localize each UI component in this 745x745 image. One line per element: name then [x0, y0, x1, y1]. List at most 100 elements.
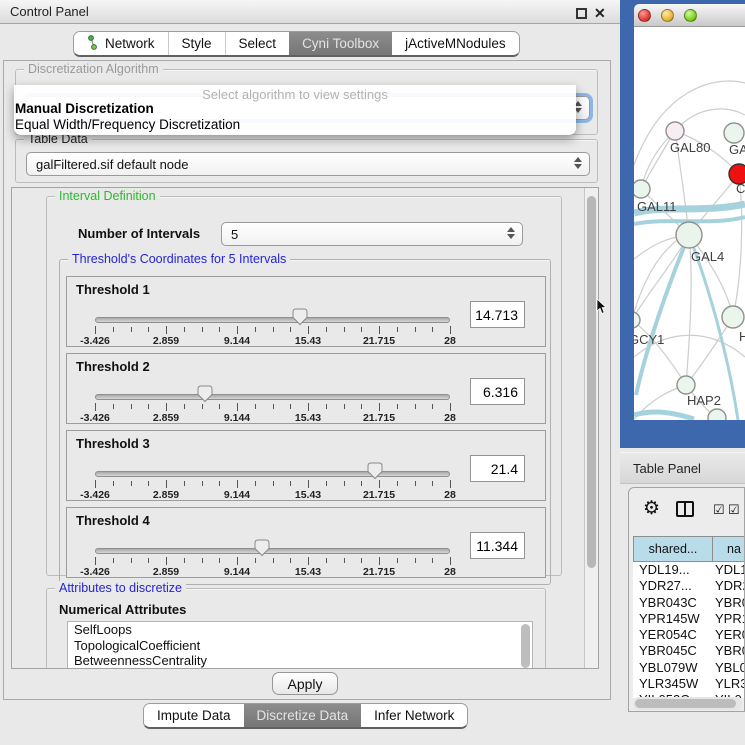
threshold-value-input[interactable]	[470, 455, 525, 482]
slider-track[interactable]	[95, 317, 450, 323]
tick-mark	[184, 327, 185, 332]
zoom-traffic-light[interactable]	[684, 9, 697, 22]
number-of-intervals-combobox[interactable]: 5	[221, 222, 523, 246]
slider-thumb[interactable]	[367, 462, 383, 480]
attribute-list-item[interactable]: TopologicalCoefficient	[68, 638, 532, 654]
network-node-HAP2[interactable]	[677, 376, 695, 394]
checkbox-icon[interactable]: ☑	[728, 502, 740, 518]
numerical-attributes-label: Numerical Attributes	[59, 602, 186, 617]
column-header-shared[interactable]: shared...	[633, 536, 713, 562]
network-node-GAL4[interactable]	[676, 222, 702, 248]
attribute-list-item[interactable]: BetweennessCentrality	[68, 653, 532, 669]
tick-mark	[308, 326, 309, 334]
tab-impute-data[interactable]: Impute Data	[144, 704, 244, 727]
attribute-list-item[interactable]: SelfLoops	[68, 622, 532, 638]
table-row[interactable]: YBL079WYBL0	[633, 660, 745, 676]
tab-select-label: Select	[239, 36, 277, 51]
table-row[interactable]: YDR27...YDR2	[633, 578, 745, 594]
tick-mark	[273, 327, 274, 332]
top-tab-bar: Network Style Select Cyni Toolbox jActiv…	[73, 31, 520, 57]
network-edge-highlighted[interactable]	[636, 235, 689, 395]
cell-name: YDR2	[715, 578, 745, 594]
slider-track[interactable]	[95, 471, 450, 477]
minimize-traffic-light[interactable]	[661, 9, 674, 22]
node-table: shared... na YDL19...YDL1YDR27...YDR2YBR…	[633, 536, 745, 562]
tick-mark	[379, 557, 380, 565]
cell-shared-name: YBL079W	[633, 660, 715, 676]
network-edge-highlighted[interactable]	[634, 412, 694, 419]
table-data-selected-value: galFiltered.sif default node	[36, 157, 188, 172]
scrollpane-vscrollbar[interactable]	[584, 188, 598, 668]
tick-label: -3.426	[80, 412, 110, 424]
tick-label: 15.43	[295, 489, 321, 501]
checkbox-icon[interactable]: ☑	[713, 502, 725, 518]
list-scrollbar-thumb[interactable]	[521, 624, 530, 668]
network-canvas[interactable]: GAL80GALCGAL11GAL4GCY1HHAP2	[634, 27, 745, 420]
network-node-top-right-node[interactable]	[724, 123, 744, 143]
tick-mark	[432, 558, 433, 563]
tick-mark	[326, 404, 327, 409]
tick-mark	[432, 481, 433, 486]
tick-mark	[131, 481, 132, 486]
tick-mark	[379, 403, 380, 411]
network-window-titlebar[interactable]	[634, 4, 745, 27]
tick-mark	[219, 327, 220, 332]
table-row[interactable]: YDL19...YDL1	[633, 562, 745, 578]
apply-button[interactable]: Apply	[272, 672, 338, 695]
algorithm-option-manual[interactable]: Manual Discretization	[14, 101, 576, 117]
tab-infer-network[interactable]: Infer Network	[361, 704, 467, 727]
slider-track[interactable]	[95, 548, 450, 554]
table-row[interactable]: YBR045CYBR0	[633, 643, 745, 659]
gear-icon[interactable]: ⚙	[643, 497, 660, 520]
table-hscrollbar[interactable]	[633, 697, 742, 710]
mouse-cursor	[596, 299, 608, 320]
tick-mark	[361, 327, 362, 332]
tick-label: 28	[444, 489, 456, 501]
algorithm-option-equal-width[interactable]: Equal Width/Frequency Discretization	[14, 117, 576, 133]
tick-mark	[113, 404, 114, 409]
tab-network[interactable]: Network	[74, 32, 168, 55]
split-view-icon[interactable]	[676, 501, 694, 517]
threshold-value-input[interactable]	[470, 301, 525, 328]
table-row[interactable]: YER054CYER0	[633, 627, 745, 643]
scrollpane-vscrollbar-thumb[interactable]	[587, 196, 596, 568]
table-hscrollbar-thumb[interactable]	[635, 699, 736, 708]
tab-select[interactable]: Select	[225, 32, 290, 55]
network-node-GAL11[interactable]	[634, 180, 650, 198]
network-node-GAL80[interactable]	[666, 122, 684, 140]
network-node-label: GAL80	[670, 140, 710, 155]
tick-mark	[379, 480, 380, 488]
tab-discretize-data[interactable]: Discretize Data	[244, 704, 362, 727]
threshold-value-input[interactable]	[470, 378, 525, 405]
table-row[interactable]: YBR043CYBR0	[633, 595, 745, 611]
tick-mark	[219, 481, 220, 486]
close-traffic-light[interactable]	[638, 9, 651, 22]
table-row[interactable]: YPR145WYPR1	[633, 611, 745, 627]
column-header-name[interactable]: na	[713, 536, 745, 562]
tab-cyni-toolbox[interactable]: Cyni Toolbox	[289, 32, 392, 55]
network-icon	[87, 35, 99, 53]
cell-name: YPR1	[715, 611, 745, 627]
close-icon[interactable]: ✕	[594, 5, 606, 22]
float-window-icon[interactable]	[576, 8, 587, 19]
slider-thumb[interactable]	[254, 539, 270, 557]
network-node-right-node[interactable]	[722, 306, 744, 328]
slider-thumb[interactable]	[292, 308, 308, 326]
tab-style[interactable]: Style	[168, 32, 225, 55]
slider-track[interactable]	[95, 394, 450, 400]
network-node-bottom-node[interactable]	[708, 409, 726, 420]
tick-mark	[184, 481, 185, 486]
numerical-attributes-list: SelfLoopsTopologicalCoefficientBetweenne…	[67, 621, 533, 669]
tick-mark	[361, 481, 362, 486]
table-row[interactable]: YLR345WYLR3	[633, 676, 745, 692]
tick-mark	[415, 404, 416, 409]
tick-label: 15.43	[295, 566, 321, 578]
tick-mark	[166, 557, 167, 565]
tab-jactivemnodules[interactable]: jActiveMNodules	[392, 32, 519, 55]
table-data-combobox[interactable]: galFiltered.sif default node	[26, 152, 590, 176]
tick-mark	[202, 558, 203, 563]
slider-thumb[interactable]	[197, 385, 213, 403]
node-table-rows: YDL19...YDL1YDR27...YDR2YBR043CYBR0YPR14…	[633, 562, 745, 698]
threshold-value-input[interactable]	[470, 532, 525, 559]
tick-mark	[397, 558, 398, 563]
